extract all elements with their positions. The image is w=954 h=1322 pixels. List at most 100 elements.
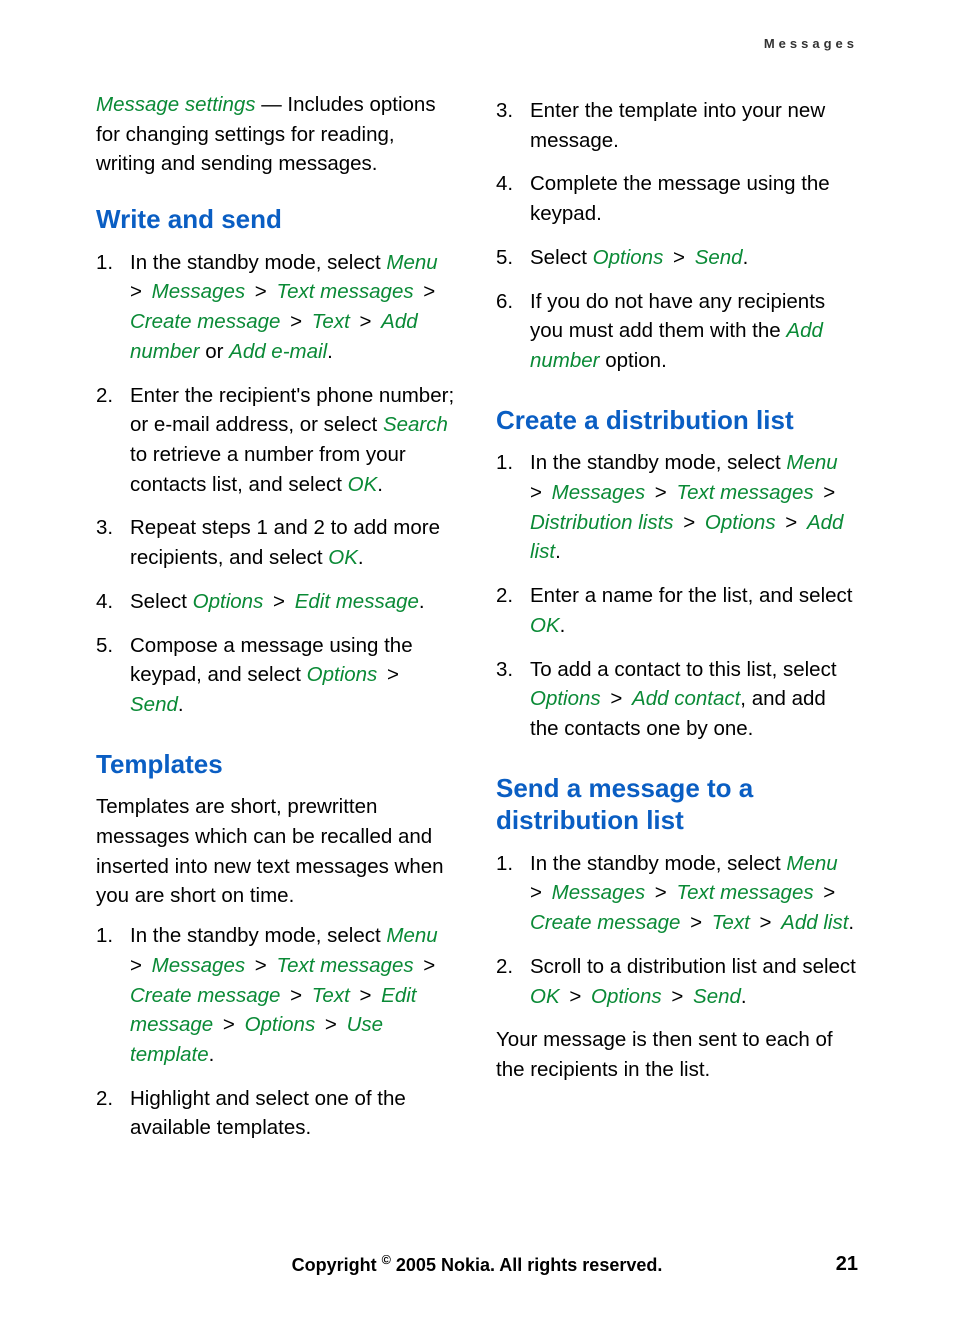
heading-send-to-distribution-list: Send a message to a distribution list (496, 772, 858, 837)
term-message-settings: Message settings (96, 93, 256, 116)
templates-steps: In the standby mode, select Menu > Messa… (96, 921, 458, 1143)
step-text: To add a contact to this list, select (530, 658, 837, 681)
intro-paragraph: Message settings — Includes options for … (96, 90, 458, 179)
nav-messages: Messages (152, 280, 245, 303)
separator: > (245, 280, 276, 303)
write-steps: In the standby mode, select Menu > Messa… (96, 248, 458, 720)
nav-distribution-lists: Distribution lists (530, 511, 674, 534)
nav-options: Options (193, 590, 264, 613)
nav-text-messages: Text messages (276, 280, 413, 303)
send-steps: In the standby mode, select Menu > Messa… (496, 849, 858, 1012)
copyright: Copyright © 2005 Nokia. All rights reser… (292, 1253, 663, 1276)
separator: > (213, 1013, 244, 1036)
step-text: . (358, 546, 364, 569)
step-text: In the standby mode, select (130, 924, 386, 947)
step-text: If you do not have any recipients you mu… (530, 290, 825, 343)
separator: > (245, 954, 276, 977)
nav-add-list: Add list (781, 911, 848, 934)
nav-ok: OK (328, 546, 358, 569)
send-outro: Your message is then sent to each of the… (496, 1025, 858, 1084)
list-item: In the standby mode, select Menu > Messa… (496, 448, 858, 567)
step-text: . (560, 614, 566, 637)
step-text: . (741, 985, 747, 1008)
separator: > (315, 1013, 346, 1036)
list-item: In the standby mode, select Menu > Messa… (96, 921, 458, 1070)
separator: > (560, 985, 591, 1008)
step-text: . (327, 340, 333, 363)
separator: > (280, 310, 311, 333)
separator: > (663, 246, 694, 269)
separator: > (814, 481, 840, 504)
nav-text: Text (312, 310, 350, 333)
list-item: Compose a message using the keypad, and … (96, 631, 458, 720)
separator: > (414, 280, 440, 303)
step-text: or (200, 340, 230, 363)
nav-messages: Messages (152, 954, 245, 977)
separator: > (662, 985, 693, 1008)
nav-menu: Menu (786, 852, 837, 875)
separator: > (263, 590, 294, 613)
separator: > (645, 481, 676, 504)
templates-intro: Templates are short, prewritten messages… (96, 792, 458, 911)
list-item: Select Options > Edit message. (96, 587, 458, 617)
step-text: Enter a name for the list, and select (530, 584, 852, 607)
copyright-text: 2005 Nokia. All rights reserved. (391, 1255, 662, 1275)
separator: > (350, 984, 381, 1007)
separator: > (680, 911, 711, 934)
heading-write-and-send: Write and send (96, 203, 458, 236)
nav-options: Options (307, 663, 378, 686)
running-header: Messages (764, 36, 858, 51)
list-item: Enter the template into your new message… (496, 96, 858, 155)
list-item: If you do not have any recipients you mu… (496, 287, 858, 376)
dist-steps: In the standby mode, select Menu > Messa… (496, 448, 858, 743)
step-text: . (848, 911, 854, 934)
step-text: . (555, 540, 561, 563)
nav-menu: Menu (386, 251, 437, 274)
heading-create-distribution-list: Create a distribution list (496, 404, 858, 437)
separator: > (350, 310, 381, 333)
nav-edit-message: Edit message (295, 590, 419, 613)
nav-text: Text (312, 984, 350, 1007)
list-item: Scroll to a distribution list and select… (496, 952, 858, 1011)
list-item: Highlight and select one of the availabl… (96, 1084, 458, 1143)
nav-options: Options (530, 687, 601, 710)
step-text: Select (530, 246, 593, 269)
step-text: . (743, 246, 749, 269)
nav-menu: Menu (386, 924, 437, 947)
nav-text: Text (712, 911, 750, 934)
nav-send: Send (693, 985, 741, 1008)
list-item: In the standby mode, select Menu > Messa… (496, 849, 858, 938)
right-column: Enter the template into your new message… (496, 90, 858, 1157)
nav-add-email: Add e-mail (229, 340, 327, 363)
nav-text-messages: Text messages (676, 881, 813, 904)
nav-create-message: Create message (130, 984, 280, 1007)
copyright-text: Copyright (292, 1255, 382, 1275)
nav-messages: Messages (552, 481, 645, 504)
nav-ok: OK (530, 985, 560, 1008)
list-item: Select Options > Send. (496, 243, 858, 273)
separator: > (414, 954, 440, 977)
step-text: option. (600, 349, 667, 372)
nav-text-messages: Text messages (676, 481, 813, 504)
separator: > (645, 881, 676, 904)
list-item: In the standby mode, select Menu > Messa… (96, 248, 458, 367)
nav-options: Options (245, 1013, 316, 1036)
step-text: . (377, 473, 383, 496)
page-footer: Copyright © 2005 Nokia. All rights reser… (0, 1253, 954, 1276)
nav-messages: Messages (552, 881, 645, 904)
nav-menu: Menu (786, 451, 837, 474)
step-text: Scroll to a distribution list and select (530, 955, 856, 978)
nav-options: Options (705, 511, 776, 534)
list-item: Complete the message using the keypad. (496, 169, 858, 228)
nav-add-contact: Add contact (632, 687, 740, 710)
separator: > (776, 511, 807, 534)
nav-ok: OK (530, 614, 560, 637)
separator: > (750, 911, 781, 934)
step-text: In the standby mode, select (130, 251, 386, 274)
separator: > (814, 881, 840, 904)
separator: > (601, 687, 632, 710)
step-text: Select (130, 590, 193, 613)
page-number: 21 (836, 1253, 858, 1276)
step-text: . (419, 590, 425, 613)
nav-create-message: Create message (130, 310, 280, 333)
